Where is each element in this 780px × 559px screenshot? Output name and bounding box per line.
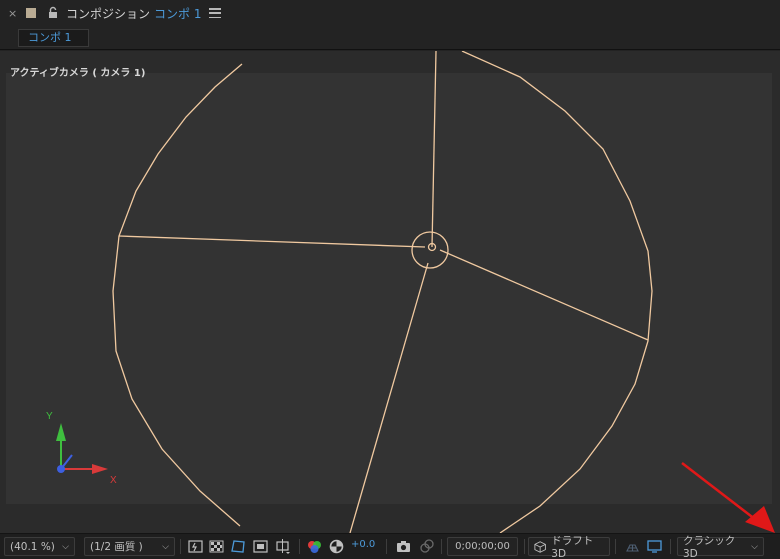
reset-exposure-icon[interactable] bbox=[328, 538, 345, 555]
chevron-down-icon: ⌵ bbox=[162, 541, 169, 552]
camera-snapshot-icon[interactable] bbox=[395, 538, 412, 555]
tab-comp-1[interactable]: コンポ 1 bbox=[18, 29, 89, 47]
mask-path-icon[interactable] bbox=[230, 538, 247, 555]
panel-title: コンポジション bbox=[66, 6, 151, 21]
extended-viewer-icon[interactable] bbox=[646, 538, 663, 555]
chevron-down-icon: ⌵ bbox=[62, 541, 69, 552]
camera-frustum-circle bbox=[112, 63, 243, 527]
panel-header: × コンポジション コンポ 1 bbox=[0, 0, 780, 26]
chevron-down-icon: ⌵ bbox=[751, 541, 758, 552]
zoom-value: (40.1 %) bbox=[10, 540, 55, 553]
axis-gizmo: Y X bbox=[46, 411, 117, 486]
cube-icon bbox=[534, 540, 546, 553]
zoom-dropdown[interactable]: (40.1 %) ⌵ bbox=[4, 537, 75, 556]
panel-comp-name[interactable]: コンポ 1 bbox=[154, 5, 201, 22]
axis-y-label: Y bbox=[46, 411, 53, 422]
toolbar-separator bbox=[441, 539, 442, 554]
axis-x-label: X bbox=[110, 475, 117, 486]
camera-wireframe bbox=[112, 51, 653, 533]
draft-3d-label: ドラフト 3D bbox=[551, 535, 594, 559]
label-color-swatch[interactable] bbox=[26, 8, 36, 18]
show-snapshot-icon[interactable] bbox=[418, 538, 435, 555]
transparency-grid-icon[interactable] bbox=[208, 538, 225, 555]
camera-line-bottom bbox=[349, 262, 429, 533]
renderer-dropdown[interactable]: クラシック 3D ⌵ bbox=[677, 535, 764, 559]
toolbar-separator bbox=[299, 539, 300, 554]
toolbar-separator bbox=[524, 539, 525, 554]
camera-line-left bbox=[118, 235, 426, 248]
comp-tab-row: コンポ 1 bbox=[0, 26, 780, 50]
channel-rgb-icon[interactable] bbox=[306, 538, 323, 555]
exposure-value[interactable]: +0.0 bbox=[351, 539, 375, 550]
current-time-display[interactable]: 0;00;00;00 bbox=[447, 537, 518, 556]
renderer-value: クラシック 3D bbox=[683, 535, 736, 559]
grid-guides-icon[interactable] bbox=[274, 538, 291, 555]
fast-preview-icon[interactable] bbox=[187, 538, 204, 555]
resolution-dropdown[interactable]: (1/2 画質 ) ⌵ bbox=[84, 537, 175, 556]
camera-wireframe-scene: Y X bbox=[46, 51, 775, 533]
camera-line-top bbox=[431, 51, 437, 248]
region-of-interest-icon[interactable] bbox=[252, 538, 269, 555]
close-panel-button[interactable]: × bbox=[8, 7, 22, 20]
red-arrow-annotation bbox=[681, 462, 775, 533]
camera-line-right bbox=[439, 249, 649, 341]
toolbar-separator bbox=[615, 539, 616, 554]
camera-frustum-circle-right bbox=[461, 51, 653, 533]
ground-plane-icon[interactable] bbox=[624, 538, 641, 555]
composition-viewer[interactable]: アクティブカメラ ( カメラ 1) Y X bbox=[0, 51, 780, 533]
toolbar-separator bbox=[670, 539, 671, 554]
toolbar-separator bbox=[386, 539, 387, 554]
panel-menu-icon[interactable] bbox=[209, 8, 222, 18]
toolbar-separator bbox=[180, 539, 181, 554]
resolution-value: (1/2 画質 ) bbox=[90, 541, 143, 553]
draft-3d-toggle[interactable]: ドラフト 3D bbox=[528, 535, 610, 559]
lock-icon[interactable] bbox=[46, 6, 60, 20]
viewer-toolbar: (40.1 %) ⌵ (1/2 画質 ) ⌵ +0.0 0;00;00;00 ド… bbox=[0, 533, 780, 559]
